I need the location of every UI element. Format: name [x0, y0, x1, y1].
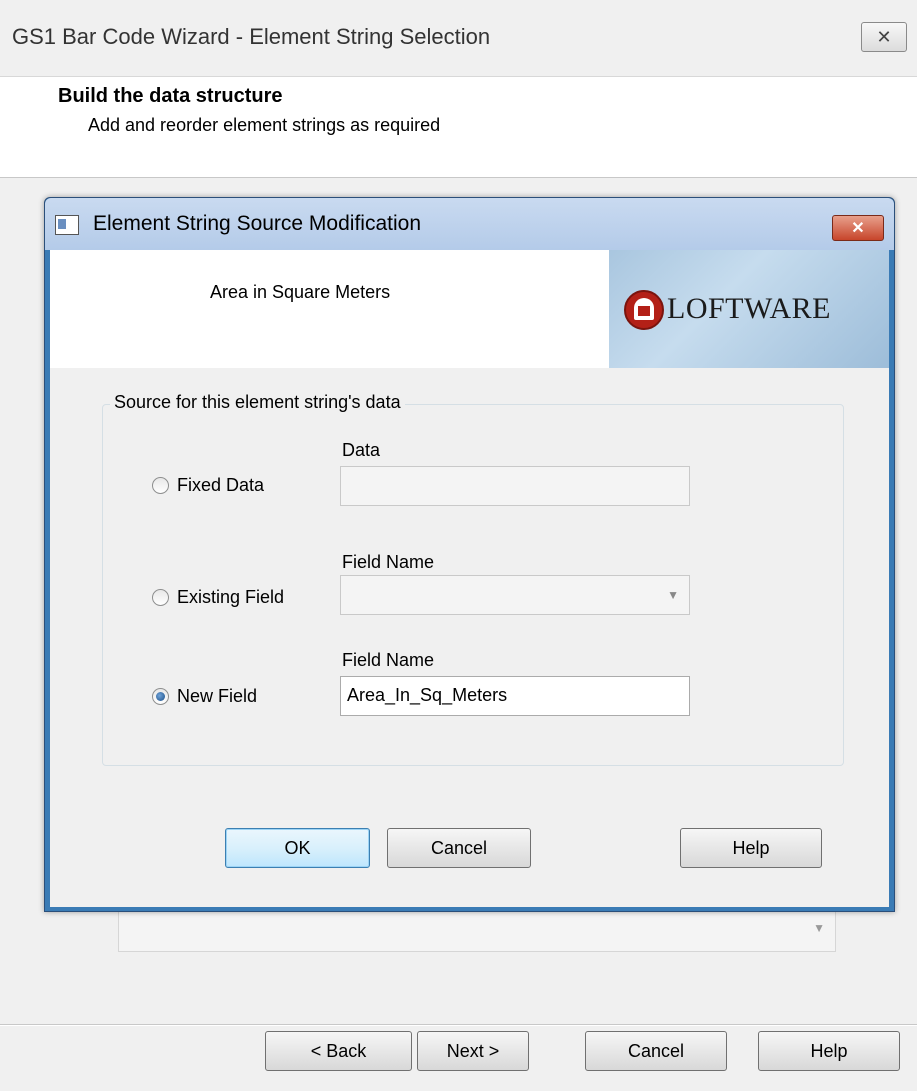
radio-button[interactable] — [152, 688, 169, 705]
logo-text: LOFTWARE — [667, 292, 831, 325]
new-field-input[interactable]: Area_In_Sq_Meters — [340, 676, 690, 716]
existing-field-radio[interactable]: Existing Field — [152, 587, 284, 608]
existing-field-label: Field Name — [342, 552, 435, 572]
source-group-label: Source for this element string's data — [110, 392, 405, 413]
wizard-titlebar: GS1 Bar Code Wizard - Element String Sel… — [0, 0, 917, 77]
radio-button[interactable] — [152, 589, 169, 606]
dialog-banner: Area in Square Meters LOFTWARE — [50, 250, 889, 368]
app-icon — [55, 215, 79, 235]
wizard-header-title: Build the data structure — [58, 85, 283, 107]
next-button[interactable]: Next > — [417, 1031, 529, 1071]
new-field-label: Field Name — [342, 650, 435, 670]
wizard-header-subtitle: Add and reorder element strings as requi… — [88, 115, 441, 135]
new-field-radio-label[interactable]: New Field — [177, 686, 257, 707]
dialog-close-button[interactable]: ✕ — [832, 215, 884, 241]
element-string-name: Area in Square Meters — [210, 282, 391, 302]
chevron-down-icon[interactable]: ▼ — [813, 921, 825, 935]
data-field-label: Data — [342, 440, 381, 460]
back-button[interactable]: < Back — [265, 1031, 412, 1071]
close-icon: ✕ — [876, 26, 892, 47]
radio-button[interactable] — [152, 477, 169, 494]
dialog-cancel-button[interactable]: Cancel — [387, 828, 531, 868]
ok-button[interactable]: OK — [225, 828, 370, 868]
dialog-help-button[interactable]: Help — [680, 828, 822, 868]
existing-field-radio-label[interactable]: Existing Field — [177, 587, 284, 608]
wizard-close-button[interactable]: ✕ — [861, 22, 907, 52]
dialog-title: Element String Source Modification — [93, 212, 421, 235]
loftware-logo: LOFTWARE — [609, 250, 889, 368]
wizard-cancel-button[interactable]: Cancel — [585, 1031, 727, 1071]
background-list[interactable]: ▼ — [118, 906, 836, 952]
wizard-separator — [0, 1024, 917, 1026]
new-field-radio[interactable]: New Field — [152, 686, 257, 707]
existing-field-combo[interactable]: ▼ — [340, 575, 690, 615]
wizard-help-button[interactable]: Help — [758, 1031, 900, 1071]
lighthouse-icon — [624, 290, 664, 330]
close-icon: ✕ — [851, 220, 865, 237]
dialog-content: Area in Square Meters LOFTWARE Source fo… — [50, 250, 889, 907]
fixed-data-label[interactable]: Fixed Data — [177, 475, 264, 496]
chevron-down-icon[interactable]: ▼ — [667, 588, 679, 602]
dialog-titlebar: Element String Source Modification ✕ — [45, 198, 894, 250]
wizard-title: GS1 Bar Code Wizard - Element String Sel… — [12, 24, 491, 49]
fixed-data-input[interactable] — [340, 466, 690, 506]
wizard-header: Build the data structure Add and reorder… — [0, 77, 917, 178]
element-string-source-dialog: Element String Source Modification ✕ Are… — [44, 197, 895, 912]
fixed-data-radio[interactable]: Fixed Data — [152, 475, 264, 496]
